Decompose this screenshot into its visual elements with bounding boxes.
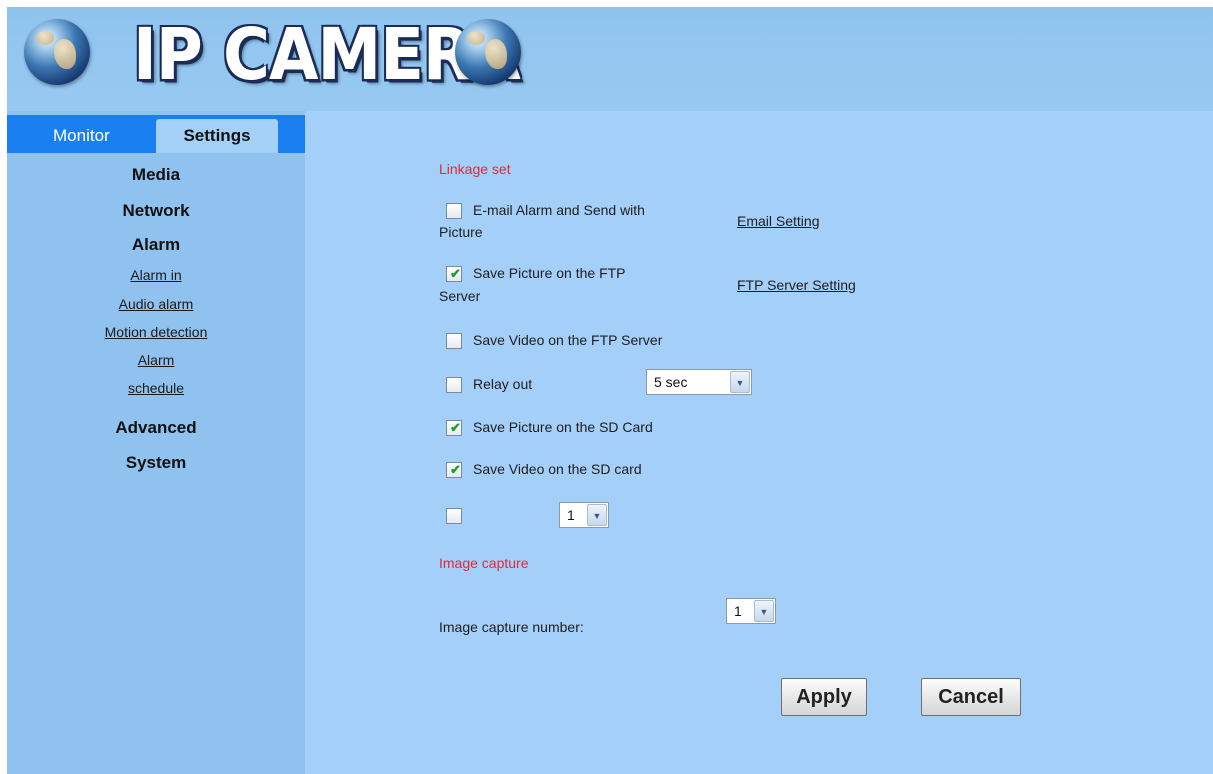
ftp-picture-label: Save Picture on the FTP (473, 265, 626, 281)
checkmark-icon: ✔ (450, 266, 461, 281)
image-capture-number-label: Image capture number: (439, 619, 584, 635)
image-capture-number-value: 1 (734, 603, 742, 619)
cancel-button[interactable]: Cancel (921, 678, 1021, 716)
header-banner: IP CAMERA (7, 7, 1213, 111)
chevron-down-icon: ▼ (730, 371, 750, 393)
tab-monitor[interactable]: Monitor (53, 119, 110, 153)
section-title-linkage: Linkage set (439, 161, 511, 177)
sd-video-checkbox[interactable]: ✔ (446, 462, 462, 478)
sidebar-subitem-alarm-in[interactable]: Alarm in (7, 267, 305, 283)
email-setting-link[interactable]: Email Setting (737, 213, 819, 229)
checkmark-icon: ✔ (450, 420, 461, 435)
email-alarm-checkbox[interactable] (446, 203, 462, 219)
sidebar-item-media[interactable]: Media (7, 165, 305, 185)
ftp-video-label: Save Video on the FTP Server (473, 332, 663, 348)
sidebar-subitem-alarm-schedule[interactable]: Alarm (7, 352, 305, 368)
apply-button[interactable]: Apply (781, 678, 867, 716)
sidebar-subitem-audio-alarm[interactable]: Audio alarm (7, 296, 305, 312)
ftp-server-setting-link[interactable]: FTP Server Setting (737, 277, 856, 293)
ftp-picture-checkbox[interactable]: ✔ (446, 266, 462, 282)
sd-picture-checkbox[interactable]: ✔ (446, 420, 462, 436)
relay-duration-select[interactable]: 5 sec ▼ (646, 369, 752, 395)
main-content: Linkage set E-mail Alarm and Send with P… (305, 111, 1213, 774)
sidebar-subitem-schedule[interactable]: schedule (7, 380, 305, 396)
tab-settings[interactable]: Settings (156, 119, 278, 153)
app-frame: IP CAMERA Monitor Settings Media Network… (7, 7, 1213, 774)
sidebar-item-system[interactable]: System (7, 453, 305, 473)
tab-bar: Monitor Settings (7, 115, 305, 153)
sidebar-item-network[interactable]: Network (7, 201, 305, 221)
relay-out-label: Relay out (473, 376, 533, 392)
globe-logo-icon (24, 19, 90, 85)
image-capture-number-select[interactable]: 1 ▼ (726, 598, 776, 624)
ftp-video-checkbox[interactable] (446, 333, 462, 349)
sd-video-label: Save Video on the SD card (473, 461, 642, 477)
sidebar: Monitor Settings Media Network Alarm Ala… (7, 111, 305, 774)
sidebar-item-alarm[interactable]: Alarm (7, 235, 305, 255)
extra-count-select[interactable]: 1 ▼ (559, 502, 609, 528)
email-alarm-label: E-mail Alarm and Send with (473, 202, 645, 218)
ftp-picture-label-cont: Server (439, 288, 481, 304)
checkmark-icon: ✔ (450, 462, 461, 477)
extra-checkbox[interactable] (446, 508, 462, 524)
sidebar-item-advanced[interactable]: Advanced (7, 418, 305, 438)
extra-count-value: 1 (567, 507, 575, 523)
sd-picture-label: Save Picture on the SD Card (473, 419, 653, 435)
chevron-down-icon: ▼ (587, 504, 607, 526)
globe-logo-icon (455, 19, 521, 85)
sidebar-subitem-motion-detection[interactable]: Motion detection (7, 324, 305, 340)
section-title-image-capture: Image capture (439, 555, 529, 571)
chevron-down-icon: ▼ (754, 600, 774, 622)
relay-out-checkbox[interactable] (446, 377, 462, 393)
email-alarm-label-cont: Picture (439, 224, 483, 240)
relay-duration-value: 5 sec (654, 374, 688, 390)
